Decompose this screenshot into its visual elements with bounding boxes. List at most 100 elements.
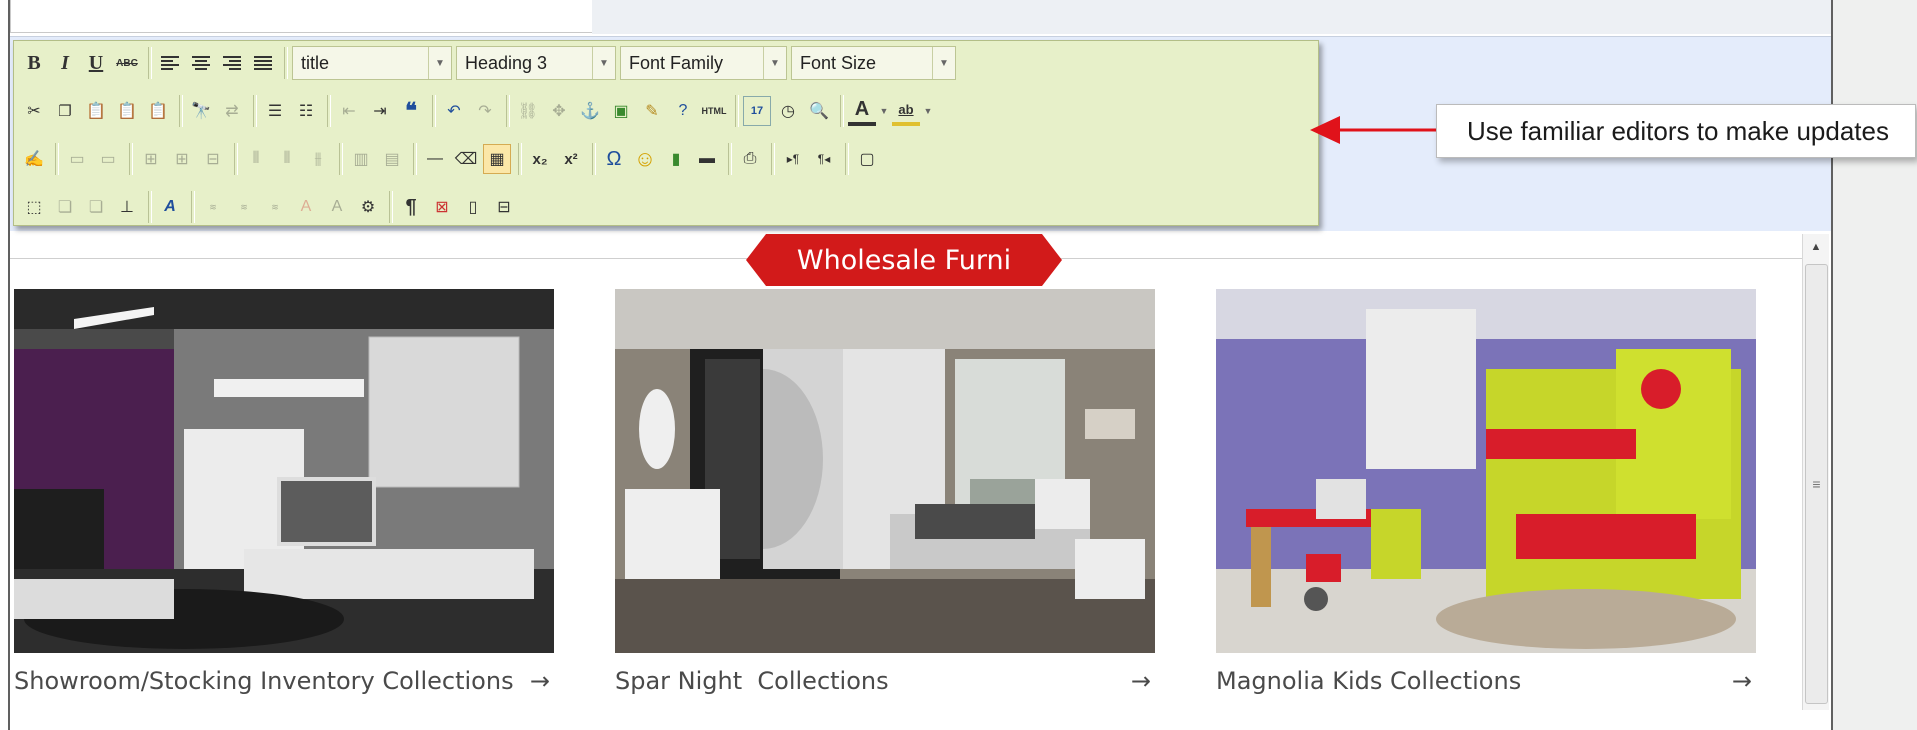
special-char-button[interactable]: Ω [600, 144, 628, 174]
split-cells-button[interactable]: ▥ [347, 144, 375, 174]
table-cell-props-button[interactable]: ▭ [94, 144, 122, 174]
replace-button[interactable]: ⇄ [218, 96, 246, 126]
abbr-button[interactable]: ≋ [230, 192, 258, 222]
italic-button[interactable]: I [51, 48, 79, 78]
preview-button[interactable]: 🔍 [805, 96, 833, 126]
media-button[interactable]: ▮ [662, 144, 690, 174]
paste-button[interactable]: 📋 [82, 96, 110, 126]
bold-button[interactable]: B [20, 48, 48, 78]
delete-row-button[interactable]: ⊟ [199, 144, 227, 174]
table-row-props-button[interactable]: ▭ [63, 144, 91, 174]
insert-time-button[interactable]: ◷ [774, 96, 802, 126]
insert-col-after-button[interactable]: ⫴ [273, 144, 301, 174]
top-input-field[interactable] [10, 0, 594, 33]
delete-text-button[interactable]: A [292, 192, 320, 222]
underline-button[interactable]: U [82, 48, 110, 78]
format-select[interactable]: title ▼ [292, 46, 452, 80]
subscript-button[interactable]: x₂ [526, 144, 554, 174]
heading-select[interactable]: Heading 3 ▼ [456, 46, 616, 80]
scroll-up-arrow-icon[interactable]: ▲ [1803, 234, 1829, 260]
unlink-button[interactable]: ✥ [545, 96, 573, 126]
absolute-position-button[interactable]: ⊥ [113, 192, 141, 222]
layer-icon: ⬚ [26, 199, 42, 216]
text-color-button[interactable]: A [848, 96, 876, 126]
align-left-button[interactable] [156, 48, 184, 78]
cleanup-button[interactable]: ✎ [638, 96, 666, 126]
blockquote-button[interactable]: ❝ [397, 96, 425, 126]
outdent-button[interactable]: ⇤ [335, 96, 363, 126]
product-photo-spar-night[interactable] [615, 289, 1155, 653]
copy-button[interactable]: ❐ [51, 96, 79, 126]
horizontal-rule-button[interactable]: — [421, 144, 449, 174]
move-forward-button[interactable]: ❏ [51, 192, 79, 222]
arrow-right-icon[interactable]: → [530, 667, 550, 695]
merge-cells-icon: ▤ [384, 151, 400, 168]
strikethrough-button[interactable]: ABC [113, 48, 141, 78]
highlight-color-button[interactable]: ab [892, 96, 920, 126]
arrow-right-icon[interactable]: → [1131, 667, 1151, 695]
delete-col-button[interactable]: ⫵ [304, 144, 332, 174]
link-button[interactable]: ⛓ [514, 96, 542, 126]
split-cells-icon: ▥ [353, 151, 369, 168]
product-photo-showroom[interactable] [14, 289, 554, 653]
ltr-button[interactable]: ▸¶ [779, 144, 807, 174]
scrollbar-thumb[interactable]: ≡ [1805, 264, 1828, 704]
image-button[interactable]: ▣ [607, 96, 635, 126]
font-family-select[interactable]: Font Family ▼ [620, 46, 787, 80]
insert-row-after-button[interactable]: ⊞ [168, 144, 196, 174]
undo-button[interactable]: ↶ [440, 96, 468, 126]
fullscreen-button[interactable]: ▢ [853, 144, 881, 174]
indent-button[interactable]: ⇥ [366, 96, 394, 126]
redo-button[interactable]: ↷ [471, 96, 499, 126]
cite-button[interactable]: ≋ [199, 192, 227, 222]
arrow-right-icon[interactable]: → [1732, 667, 1752, 695]
page-break-button[interactable]: ⊟ [490, 192, 518, 222]
nonbreaking-button[interactable]: ▬ [693, 144, 721, 174]
insert-date-button[interactable]: 17 [743, 96, 771, 126]
help-button[interactable]: ? [669, 96, 697, 126]
visual-chars-button[interactable]: ¶ [397, 192, 425, 222]
styles-button[interactable]: A [156, 192, 184, 222]
align-right-button[interactable] [218, 48, 246, 78]
merge-cells-button[interactable]: ▤ [378, 144, 406, 174]
emoticon-button[interactable]: ☺ [631, 144, 659, 174]
insert-text-button[interactable]: A [323, 192, 351, 222]
template-button[interactable]: ⊠ [428, 192, 456, 222]
bullet-list-button[interactable]: ☰ [261, 96, 289, 126]
align-center-button[interactable] [187, 48, 215, 78]
remove-format-button[interactable]: ⌫ [452, 144, 480, 174]
insert-col-before-button[interactable]: ⫴ [242, 144, 270, 174]
visual-aid-button[interactable]: ▯ [459, 192, 487, 222]
html-source-button[interactable]: HTML [700, 96, 728, 126]
product-caption[interactable]: Showroom/Stocking Inventory Collections … [14, 667, 554, 695]
insert-row-before-button[interactable]: ⊞ [137, 144, 165, 174]
paste-text-button[interactable]: 📋 [113, 96, 141, 126]
superscript-button[interactable]: x² [557, 144, 585, 174]
edit-button[interactable]: ✍ [20, 144, 48, 174]
table-button[interactable]: ▦ [483, 144, 511, 174]
move-backward-button[interactable]: ❏ [82, 192, 110, 222]
rtl-button[interactable]: ¶◂ [810, 144, 838, 174]
toolbar-separator [518, 143, 522, 175]
acronym-button[interactable]: ≋ [261, 192, 289, 222]
cut-button[interactable]: ✂ [20, 96, 48, 126]
product-card[interactable]: Magnolia Kids Collections → [1216, 289, 1756, 695]
find-button[interactable]: 🔭 [187, 96, 215, 126]
product-caption[interactable]: Magnolia Kids Collections → [1216, 667, 1756, 695]
highlight-color-dropdown[interactable]: ▼ [923, 96, 933, 126]
insert-layer-button[interactable]: ⬚ [20, 192, 48, 222]
align-justify-button[interactable] [249, 48, 277, 78]
bullet-list-icon: ☰ [267, 103, 283, 120]
print-button[interactable]: ⎙ [736, 144, 764, 174]
anchor-button[interactable]: ⚓ [576, 96, 604, 126]
product-caption[interactable]: Spar Night Collections → [615, 667, 1155, 695]
product-photo-magnolia-kids[interactable] [1216, 289, 1756, 653]
font-size-select[interactable]: Font Size ▼ [791, 46, 956, 80]
product-card[interactable]: Showroom/Stocking Inventory Collections … [14, 289, 554, 695]
product-card[interactable]: Spar Night Collections → [615, 289, 1155, 695]
attributes-button[interactable]: ⚙ [354, 192, 382, 222]
text-color-dropdown[interactable]: ▼ [879, 96, 889, 126]
numbered-list-button[interactable]: ☷ [292, 96, 320, 126]
paste-word-button[interactable]: 📋 [144, 96, 172, 126]
vertical-scrollbar[interactable]: ▲ ≡ [1802, 234, 1829, 710]
